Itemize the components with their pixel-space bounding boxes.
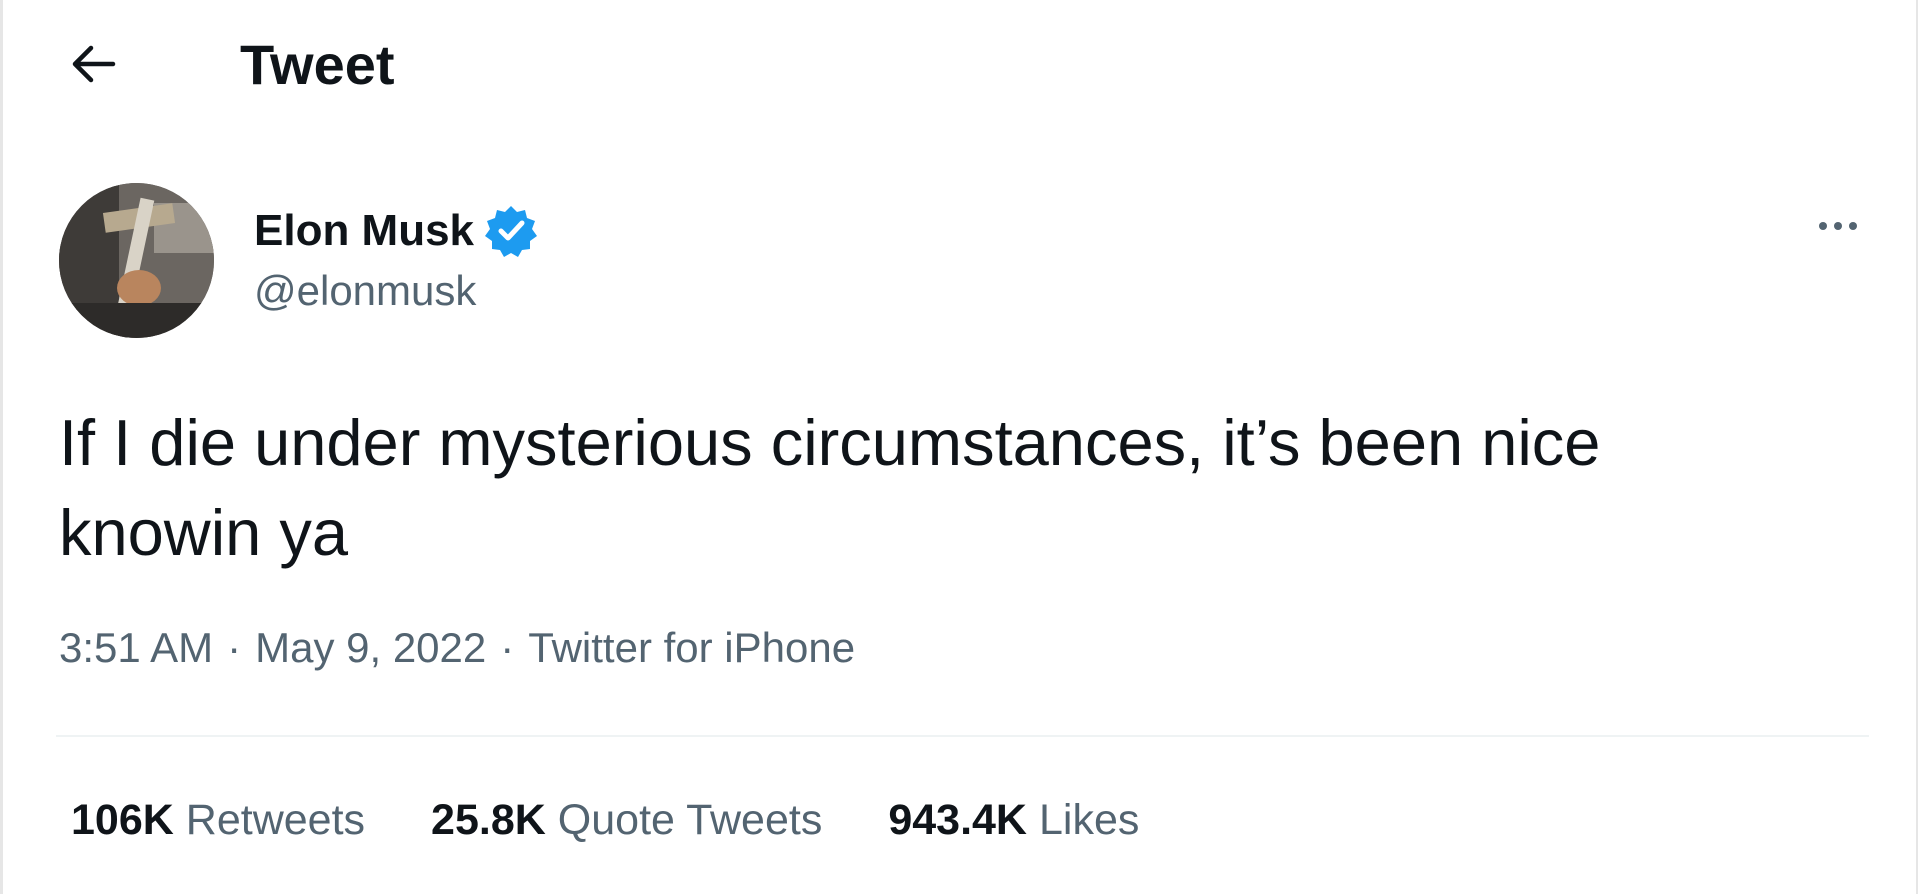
more-horizontal-icon	[1819, 222, 1827, 230]
tweet-date[interactable]: May 9, 2022	[255, 624, 486, 672]
page-header: Tweet	[3, 0, 1916, 130]
user-handle[interactable]: @elonmusk	[254, 267, 476, 315]
name-row: Elon Musk	[254, 201, 538, 261]
more-horizontal-icon-dot	[1834, 222, 1842, 230]
separator: ·	[227, 624, 242, 671]
display-name[interactable]: Elon Musk	[254, 206, 474, 256]
verified-badge-icon	[484, 204, 538, 258]
retweets-stat[interactable]: 106K Retweets	[71, 796, 365, 845]
more-options-button[interactable]	[1793, 198, 1883, 254]
tweet-metadata: 3:51 AM · May 9, 2022 · Twitter for iPho…	[59, 618, 855, 678]
tweet-source[interactable]: Twitter for iPhone	[528, 624, 855, 672]
likes-stat[interactable]: 943.4K Likes	[888, 796, 1139, 845]
more-horizontal-icon-dot	[1849, 222, 1857, 230]
tweet-page: Tweet Elon Musk @elonmusk If I die under…	[0, 0, 1918, 894]
tweet-time[interactable]: 3:51 AM	[59, 624, 213, 672]
tweet-text-line-2: knowin ya	[59, 496, 349, 569]
separator: ·	[500, 624, 515, 671]
likes-label: Likes	[1039, 795, 1140, 844]
page-title: Tweet	[240, 33, 395, 96]
divider	[56, 735, 1869, 737]
quote-tweets-count: 25.8K	[431, 795, 546, 844]
tweet-author: Elon Musk @elonmusk	[59, 183, 1859, 343]
back-button[interactable]	[53, 30, 133, 100]
tweet-text-line-1: If I die under mysterious circumstances,…	[59, 406, 1601, 479]
quote-tweets-label: Quote Tweets	[557, 795, 823, 844]
tweet-text: If I die under mysterious circumstances,…	[59, 398, 1859, 578]
likes-count: 943.4K	[888, 795, 1027, 844]
retweets-count: 106K	[71, 795, 174, 844]
arrow-left-icon	[69, 44, 117, 87]
quote-tweets-stat[interactable]: 25.8K Quote Tweets	[431, 796, 822, 845]
tweet-stats: 106K Retweets 25.8K Quote Tweets 943.4K …	[71, 790, 1205, 850]
avatar[interactable]	[59, 183, 214, 338]
retweets-label: Retweets	[185, 795, 366, 844]
